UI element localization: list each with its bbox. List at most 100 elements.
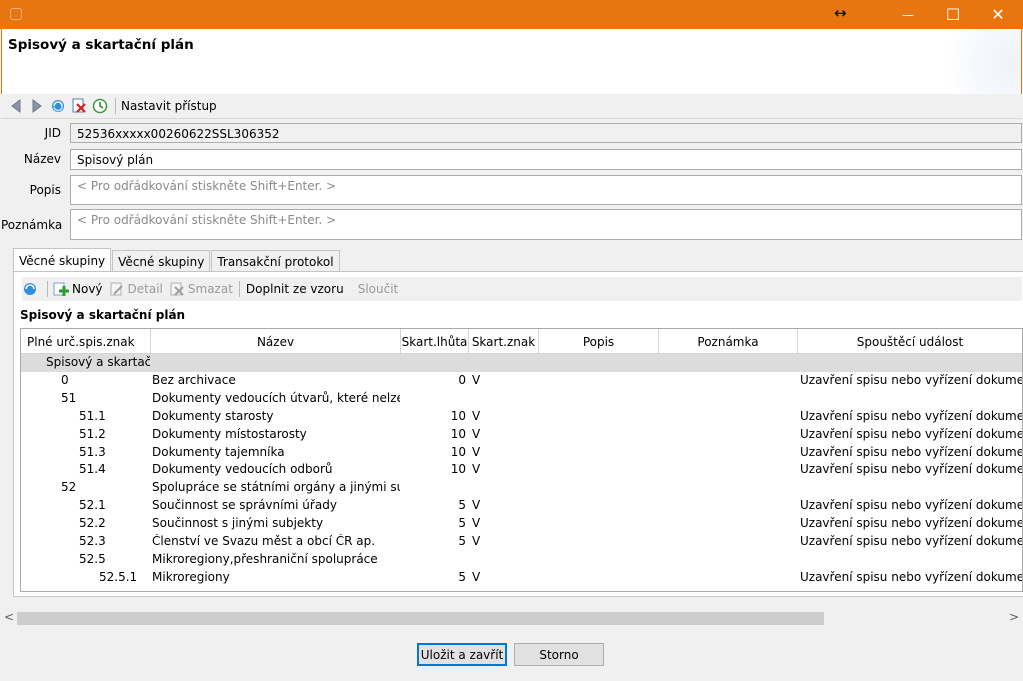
fill-from-template-button[interactable]: Doplnit ze vzoru: [246, 282, 344, 296]
cell-znak: V: [472, 373, 481, 387]
form-header: Spisový a skartační plán: [1, 29, 1022, 94]
table-row[interactable]: 51.2 Dokumenty místostarosty 10 V Uzavření s…: [21, 426, 1022, 444]
refresh-icon[interactable]: [49, 97, 67, 115]
table-row[interactable]: 51.1 Dokumenty starosty 10 V Uzavření spisu …: [21, 408, 1022, 426]
scrollbar-thumb[interactable]: [17, 612, 824, 625]
window-titlebar: ↔ — ☐ ✕: [0, 0, 1023, 29]
cell-name: Dokumenty místostarosty: [152, 426, 307, 441]
detail-button[interactable]: Detail: [109, 281, 163, 297]
table-row[interactable]: 51.4 Dokumenty vedoucích odborů 10 V Uzavřen…: [21, 461, 1022, 479]
name-label: Název: [23, 152, 61, 166]
cell-code: 51: [61, 390, 77, 405]
merge-button[interactable]: Sloučit: [358, 282, 399, 296]
grid-toolbar: Nový Detail Smazat Doplnit ze vzoru Slou…: [22, 277, 1022, 301]
column-header-event[interactable]: Spouštěcí událost: [798, 329, 1022, 354]
add-icon: [53, 281, 69, 297]
delete-label: Smazat: [187, 282, 233, 296]
cell-znak: V: [472, 408, 481, 423]
cell-name: Bez archivace: [152, 373, 236, 387]
column-header-lhuta[interactable]: Skart.lhůta: [401, 329, 469, 354]
cell-znak: V: [472, 444, 481, 459]
jid-field[interactable]: 52536xxxxx00260622SSL306352: [70, 123, 1022, 143]
note-field[interactable]: < Pro odřádkování stiskněte Shift+Enter.…: [70, 209, 1022, 240]
description-field[interactable]: < Pro odřádkování stiskněte Shift+Enter.…: [70, 175, 1022, 205]
table-row[interactable]: 51.3 Dokumenty tajemníka 10 V Uzavření spisu…: [21, 444, 1022, 462]
tab-transakcni-protokol[interactable]: Transakční protokol: [211, 250, 340, 272]
tab-vecne-skupiny-2[interactable]: Věcné skupiny: [112, 250, 211, 272]
tab-vecne-skupiny[interactable]: Věcné skupiny: [13, 248, 112, 271]
record-form: JID 52536xxxxx00260622SSL306352 Název Sp…: [1, 118, 1022, 248]
cell-name: Dokumenty starosty: [152, 408, 274, 423]
cell-event: Uzavření spisu nebo vyřízení dokumentu: [800, 498, 1022, 513]
scroll-left-icon[interactable]: <: [4, 610, 14, 624]
cell-znak: V: [472, 534, 481, 549]
column-header-popis[interactable]: Popis: [539, 329, 659, 354]
grid-caption: Spisový a skartační plán: [20, 308, 186, 322]
history-icon[interactable]: [91, 97, 109, 115]
cell-event: Uzavření spisu nebo vyřízení dokumentu: [800, 516, 1022, 531]
table-row[interactable]: 52.5 Mikroregiony,přeshraniční spolupráce: [21, 551, 1022, 569]
close-button[interactable]: ✕: [975, 0, 1021, 29]
note-label: Poznámka: [1, 218, 63, 232]
table-row[interactable]: 0 Bez archivace 0 V Uzavření spisu nebo vyří…: [21, 372, 1022, 390]
column-header-code[interactable]: Plné urč.spis.znak: [21, 329, 151, 354]
table-row[interactable]: 52.2 Součinnost s jinými subjekty 5 V Uzavře…: [21, 515, 1022, 533]
cell-code: 51.3: [79, 444, 106, 459]
table-row[interactable]: 52.3 Členství ve Svazu měst a obcí ČR ap.…: [21, 533, 1022, 551]
cell-name: Součinnost s jinými subjekty: [152, 516, 324, 531]
set-access-button[interactable]: Nastavit přístup: [121, 99, 217, 113]
new-button[interactable]: Nový: [53, 281, 103, 297]
cell-code: 52.2: [79, 516, 106, 531]
scroll-right-icon[interactable]: >: [1009, 610, 1019, 624]
column-header-poznamka[interactable]: Poznámka: [659, 329, 798, 354]
cell-name: Dokumenty vedoucích odborů: [152, 462, 333, 477]
toolbar-separator: [238, 281, 240, 297]
column-header-znak[interactable]: Skart.znak: [469, 329, 539, 354]
resize-icon: ↔: [834, 4, 847, 22]
cell-code: 51.2: [79, 426, 106, 441]
table-row[interactable]: 51 Dokumenty vedoucích útvarů, které nelz…: [21, 390, 1022, 408]
cell-code: 52.5.1: [99, 569, 138, 584]
cell-code: 52: [61, 480, 77, 495]
detail-label: Detail: [127, 282, 163, 296]
cell-lhuta: 5: [458, 534, 466, 549]
cell-code: 51.4: [79, 462, 106, 477]
table-row[interactable]: 52.5.1 Mikroregiony 5 V Uzavření spisu nebo …: [21, 569, 1022, 587]
delete-icon[interactable]: [70, 97, 88, 115]
name-field[interactable]: Spisový plán: [70, 149, 1022, 170]
delete-button[interactable]: Smazat: [169, 281, 233, 297]
minimize-button[interactable]: —: [885, 0, 931, 29]
cell-znak: V: [472, 462, 481, 477]
description-label: Popis: [29, 183, 61, 197]
cell-name: Spolupráce se státními orgány a jinými s…: [152, 480, 400, 495]
cell-znak: V: [472, 516, 481, 531]
table-row[interactable]: 52 Spolupráce se státními orgány a jinými…: [21, 479, 1022, 497]
maximize-icon: ☐: [945, 5, 961, 24]
horizontal-scrollbar[interactable]: < >: [0, 610, 1023, 627]
group-row[interactable]: Spisový a skartační plán: [21, 354, 1022, 372]
group-label: Spisový a skartační plán: [46, 355, 150, 369]
cell-name: Mikroregiony: [152, 569, 230, 584]
forward-icon[interactable]: [28, 97, 46, 115]
cell-event: Uzavření spisu nebo vyřízení dokumentu: [800, 569, 1022, 584]
grid-refresh-button[interactable]: [22, 281, 41, 297]
cell-name: Dokumenty tajemníka: [152, 444, 285, 459]
header-decoration: [941, 29, 1021, 94]
cell-znak: V: [472, 569, 481, 584]
cell-lhuta: 10: [450, 444, 466, 459]
cell-lhuta: 5: [458, 516, 466, 531]
cell-code: 52.3: [79, 534, 106, 549]
main-toolbar: Nastavit přístup: [1, 94, 1022, 118]
cell-znak: V: [472, 426, 481, 441]
maximize-button[interactable]: ☐: [930, 0, 976, 29]
cell-code: 0: [61, 373, 69, 387]
cell-event: Uzavření spisu nebo vyřízení dokumentu: [800, 373, 1022, 387]
column-header-name[interactable]: Název: [151, 329, 401, 354]
save-and-close-button[interactable]: Uložit a zavřít: [417, 643, 507, 666]
cell-lhuta: 10: [450, 408, 466, 423]
back-icon[interactable]: [7, 97, 25, 115]
cancel-button[interactable]: Storno: [514, 643, 604, 666]
grid-header: Plné urč.spis.znak Název Skart.lhůta Ska…: [21, 329, 1022, 354]
app-icon: [10, 8, 22, 20]
table-row[interactable]: 52.1 Součinnost se správními úřady 5 V Uzavř…: [21, 497, 1022, 515]
